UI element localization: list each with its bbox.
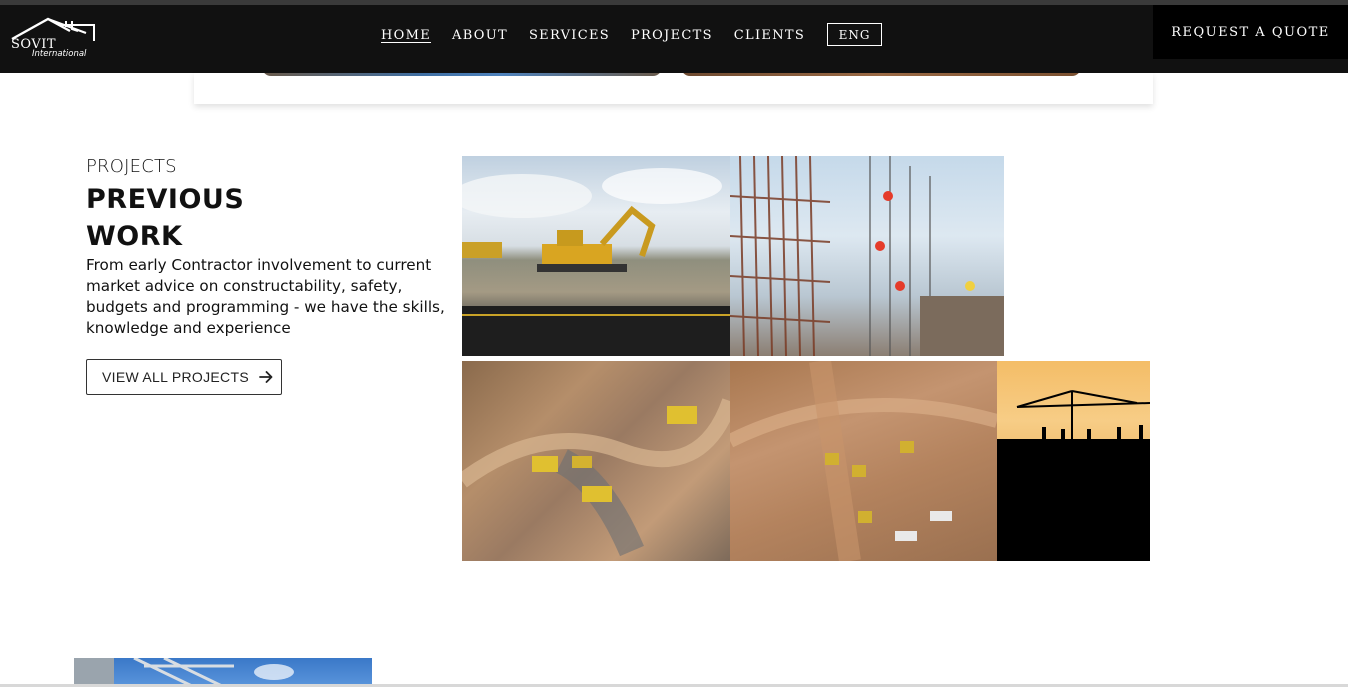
services-card-bottom [194,73,1153,104]
site-header: SOVIT International HOME ABOUT SERVICES … [0,5,1348,73]
heading-line-1: PREVIOUS [86,184,245,215]
view-all-projects-button[interactable]: VIEW ALL PROJECTS [86,359,282,395]
aerial-mining-site-photo[interactable] [730,361,997,561]
language-selector[interactable]: ENG [827,23,882,46]
workers-on-rebar-photo[interactable] [730,156,1004,356]
arrow-right-icon [259,371,273,383]
card-image-left [262,73,662,76]
nav-about[interactable]: ABOUT [452,28,508,43]
site-logo[interactable]: SOVIT International [8,15,100,63]
card-image-right [681,73,1081,76]
crane-silhouette-sunset-photo[interactable] [997,361,1150,561]
section-description: From early Contractor involvement to cur… [86,256,445,337]
heading-line-2: WORK [86,221,183,252]
nav-home[interactable]: HOME [381,28,431,43]
logo-subtitle: International [32,49,87,59]
nav-services[interactable]: SERVICES [529,28,610,43]
request-quote-button[interactable]: REQUEST A QUOTE [1153,5,1348,59]
view-all-projects-label: VIEW ALL PROJECTS [102,369,249,385]
aerial-earthworks-photo[interactable] [462,361,730,561]
nav-projects[interactable]: PROJECTS [631,28,713,43]
section-eyebrow: PROJECTS [86,156,177,177]
section-heading: PREVIOUS WORK [86,181,286,255]
excavator-on-road-photo[interactable] [462,156,730,356]
nav-clients[interactable]: CLIENTS [734,28,805,43]
main-nav: HOME ABOUT SERVICES PROJECTS CLIENTS [381,28,826,43]
next-section-image [74,658,372,687]
